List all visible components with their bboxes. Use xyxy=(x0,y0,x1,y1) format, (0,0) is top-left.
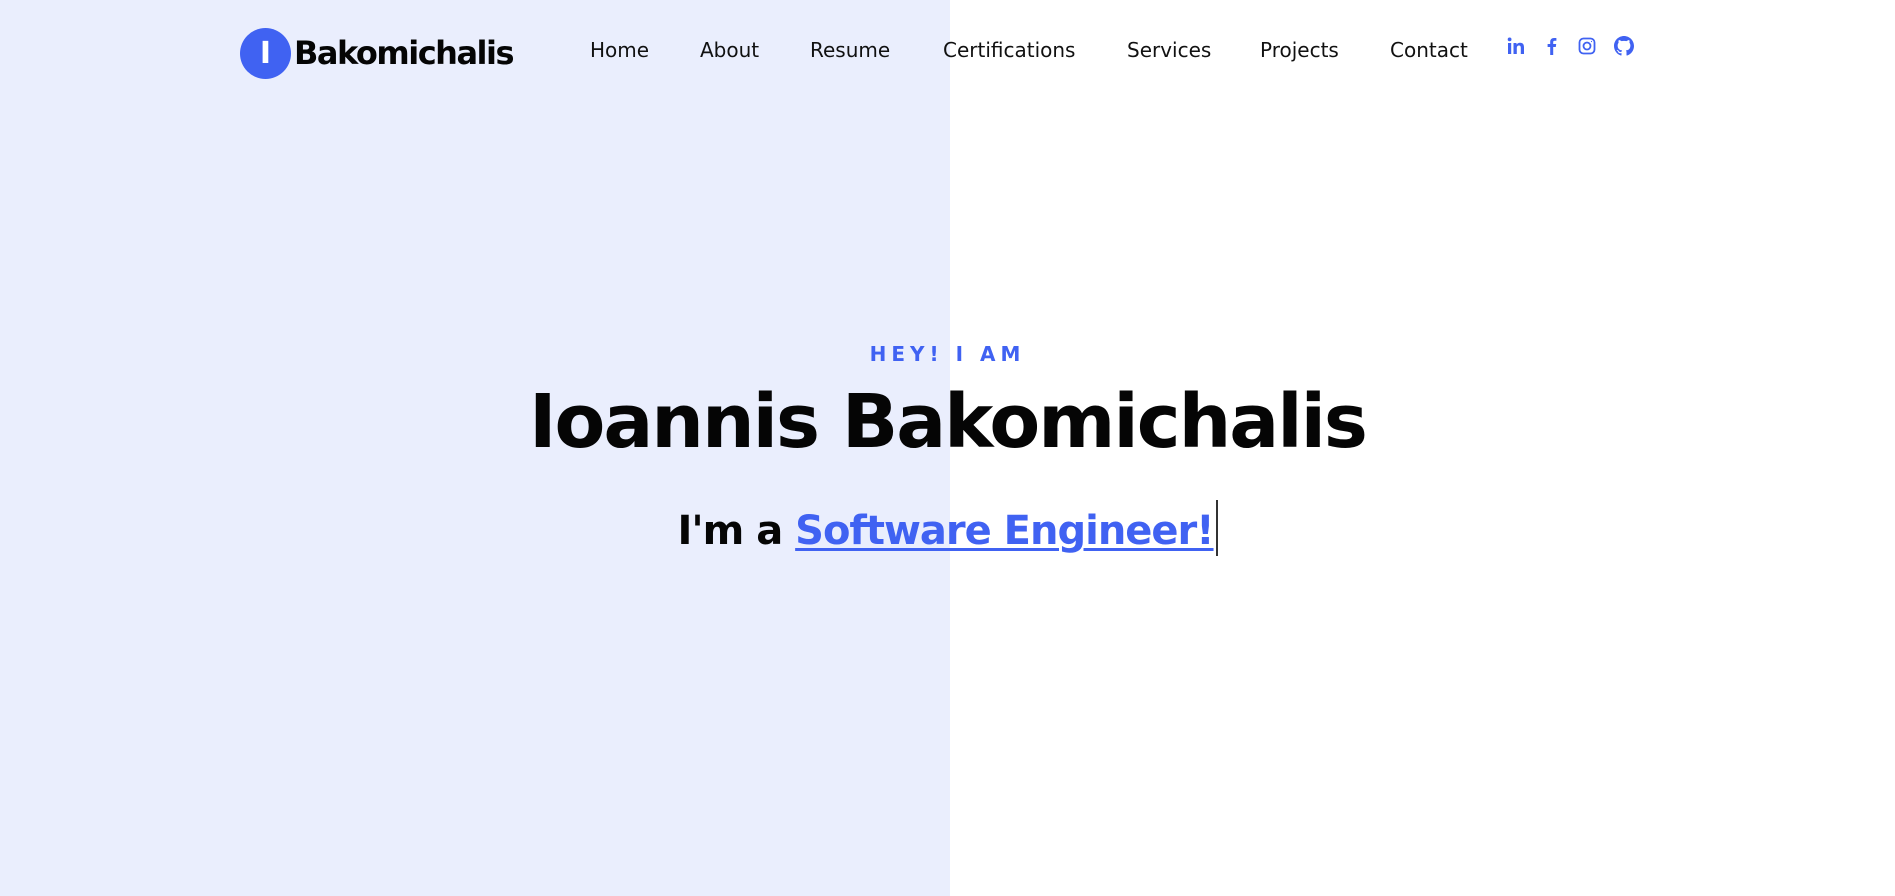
facebook-icon[interactable] xyxy=(1540,34,1564,58)
nav-about[interactable]: About xyxy=(700,38,759,66)
brand-initial-badge: I xyxy=(240,27,291,79)
nav-certifications[interactable]: Certifications xyxy=(943,38,1075,66)
nav-home[interactable]: Home xyxy=(590,38,649,66)
hero-kicker: HEY! I AM xyxy=(869,342,1026,366)
nav-services[interactable]: Services xyxy=(1127,38,1211,66)
page: I Bakomichalis Home About Resume Certifi… xyxy=(0,0,1895,896)
hero-role-line: I'm a Software Engineer! xyxy=(0,500,1895,556)
nav-resume[interactable]: Resume xyxy=(810,38,890,66)
hero-name: Ioannis Bakomichalis xyxy=(529,379,1368,465)
site-header: I Bakomichalis Home About Resume Certifi… xyxy=(0,0,1895,104)
hero-role-prefix: I'm a xyxy=(677,508,783,554)
linkedin-icon[interactable] xyxy=(1504,34,1528,58)
instagram-icon[interactable] xyxy=(1575,34,1599,58)
nav-projects[interactable]: Projects xyxy=(1260,38,1339,66)
brand-logo-link[interactable]: I Bakomichalis xyxy=(240,27,515,79)
github-icon[interactable] xyxy=(1612,34,1636,58)
nav-contact[interactable]: Contact xyxy=(1390,38,1468,66)
typing-caret xyxy=(1215,500,1218,556)
brand-name: Bakomichalis xyxy=(294,34,515,72)
hero-role-typed[interactable]: Software Engineer! xyxy=(795,508,1214,554)
